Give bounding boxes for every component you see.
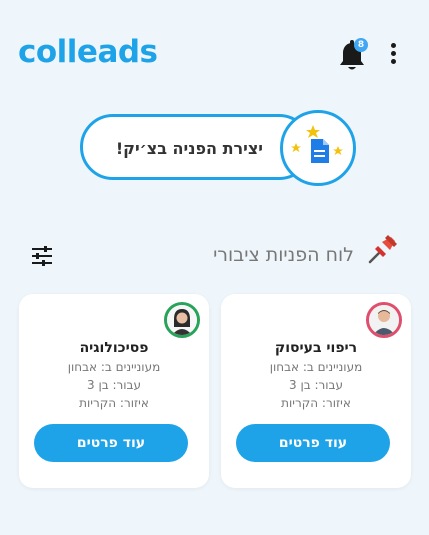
card-area: איזור: הקריות xyxy=(281,396,351,410)
card-interested: מעוניינים ב: אבחון xyxy=(67,360,161,374)
create-request-label: יצירת הפניה בצ׳יק! xyxy=(115,139,263,158)
public-board-title: לוח הפניות ציבורי xyxy=(213,244,354,266)
logo-text: colleads xyxy=(18,34,158,70)
filter-sliders-icon[interactable] xyxy=(30,245,54,267)
create-request-document-icon[interactable] xyxy=(280,110,356,186)
create-request-button[interactable]: יצירת הפניה בצ׳יק! xyxy=(80,114,312,180)
card-title: ריפוי בעיסוק xyxy=(274,340,358,356)
avatar xyxy=(366,302,402,338)
app-logo[interactable]: colleads xyxy=(18,34,158,70)
card-area: איזור: הקריות xyxy=(79,396,149,410)
more-details-button[interactable]: עוד פרטים xyxy=(236,424,390,462)
app-header: colleads 8 xyxy=(0,0,429,100)
card-for: עבור: בן 3 xyxy=(86,378,141,392)
card-for: עבור: בן 3 xyxy=(288,378,343,392)
avatar xyxy=(164,302,200,338)
request-card[interactable]: פסיכולוגיה מעוניינים ב: אבחון עבור: בן 3… xyxy=(19,294,209,488)
more-options-icon[interactable] xyxy=(388,43,398,69)
more-details-button[interactable]: עוד פרטים xyxy=(34,424,188,462)
request-card[interactable]: ריפוי בעיסוק מעוניינים ב: אבחון עבור: בן… xyxy=(221,294,411,488)
card-interested: מעוניינים ב: אבחון xyxy=(269,360,363,374)
pushpin-icon xyxy=(366,232,400,266)
card-title: פסיכולוגיה xyxy=(79,340,149,356)
notification-count-badge: 8 xyxy=(354,38,368,52)
